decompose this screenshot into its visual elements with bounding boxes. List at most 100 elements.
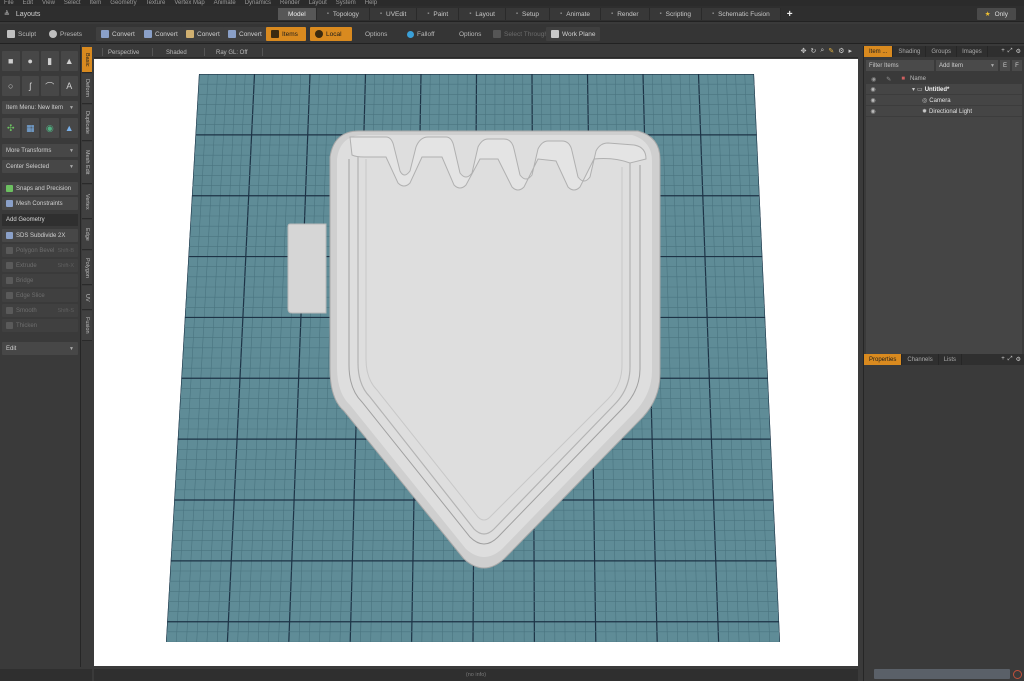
convert-button-3[interactable]: Convert xyxy=(181,27,225,41)
edit-dropdown[interactable]: Edit ▼ xyxy=(2,342,78,355)
tab-shading[interactable]: Shading xyxy=(893,46,927,57)
more-transforms-dropdown[interactable]: More Transforms ▼ xyxy=(2,144,78,157)
tab-render[interactable]: ▪ Render xyxy=(601,8,650,20)
toolbox: ■ ● ▮ ▲ ○ ʃ ⌒ A Item Menu: New Item ▼ ✣ ▦… xyxy=(0,45,81,667)
item-menu-dropdown[interactable]: Item Menu: New Item ▼ xyxy=(2,101,78,114)
add-tab-icon[interactable]: + xyxy=(1001,48,1005,55)
perspective-menu[interactable]: Perspective xyxy=(108,48,139,57)
convert-button-4[interactable]: Convert xyxy=(223,27,267,41)
layouts-menu[interactable]: ≜ Layouts xyxy=(4,8,40,20)
tab-lists[interactable]: Lists xyxy=(939,354,963,365)
3d-viewport[interactable] xyxy=(94,59,858,666)
local-button[interactable]: Local xyxy=(310,27,352,41)
edit-icon[interactable]: E xyxy=(1000,60,1010,71)
filter-icon[interactable]: F xyxy=(1012,60,1022,71)
pan-icon[interactable]: ✥ xyxy=(801,47,807,55)
tab-channels[interactable]: Channels xyxy=(902,354,939,365)
select-through-button[interactable]: Select Through xyxy=(488,27,553,41)
cylinder-icon[interactable]: ▮ xyxy=(41,51,59,71)
tab-scripting[interactable]: ▪ Scripting xyxy=(649,8,702,20)
polygon-bevel-button[interactable]: Polygon Bevel Shift-B xyxy=(2,244,78,257)
presets-button[interactable]: Presets xyxy=(44,27,87,41)
paint-icon[interactable]: ✎ xyxy=(828,47,834,55)
tree-row-scene[interactable]: ◉ ▾ ▭ Untitled* xyxy=(866,84,1022,95)
gear-icon[interactable]: ⚙ xyxy=(838,47,844,55)
sds-subdivide-button[interactable]: SDS Subdivide 2X xyxy=(2,229,78,242)
options-button-2[interactable]: Options xyxy=(454,27,486,41)
vtab-basic[interactable]: Basic xyxy=(82,47,92,73)
command-input[interactable] xyxy=(874,669,1010,679)
tree-row-camera[interactable]: ◉ ◎ Camera xyxy=(866,95,1022,106)
tab-layout[interactable]: ▪ Layout xyxy=(459,8,506,20)
move-icon[interactable]: ✣ xyxy=(2,118,20,138)
curve-icon[interactable]: ⌒ xyxy=(41,76,59,96)
convert-button-2[interactable]: Convert xyxy=(139,27,183,41)
tab-groups[interactable]: Groups xyxy=(926,46,958,57)
edge-slice-label: Edge Slice xyxy=(16,292,45,299)
tab-model[interactable]: Model xyxy=(278,8,317,20)
ray-gl-menu[interactable]: Ray GL: Off xyxy=(216,48,248,57)
scale-icon[interactable]: ◉ xyxy=(41,118,59,138)
add-item-dropdown[interactable]: Add Item ▼ xyxy=(936,60,998,71)
collapse-icon[interactable]: ▾ xyxy=(912,87,915,93)
vtab-polygon[interactable]: Polygon xyxy=(82,251,92,285)
only-button[interactable]: ★ Only xyxy=(976,8,1016,20)
add-tab-icon[interactable]: + xyxy=(1001,356,1005,363)
tab-uvedit[interactable]: ▪ UVEdit xyxy=(369,8,418,20)
eye-icon[interactable]: ◉ xyxy=(866,86,880,93)
sphere-icon[interactable]: ● xyxy=(21,51,39,71)
mesh-constraints-button[interactable]: Mesh Constraints xyxy=(2,197,78,210)
torus-icon[interactable]: ○ xyxy=(2,76,20,96)
thicken-button[interactable]: Thicken xyxy=(2,319,78,332)
options-button-1[interactable]: Options xyxy=(360,27,392,41)
tab-animate[interactable]: ▪ Animate xyxy=(550,8,602,20)
vtab-edge[interactable]: Edge xyxy=(82,220,92,250)
vtab-vertex[interactable]: Vertex xyxy=(82,185,92,219)
zoom-icon[interactable]: ⌕ xyxy=(820,47,824,55)
filter-items-input[interactable]: Filter Items xyxy=(866,60,934,71)
items-button[interactable]: Items xyxy=(266,27,306,41)
tab-schematic-fusion[interactable]: ▪ Schematic Fusion xyxy=(701,8,781,20)
bridge-button[interactable]: Bridge xyxy=(2,274,78,287)
center-selected-dropdown[interactable]: Center Selected ▼ xyxy=(2,160,78,173)
gear-icon[interactable]: ⚙ xyxy=(1016,356,1021,363)
eye-icon[interactable]: ◉ xyxy=(866,108,880,115)
tab-properties[interactable]: Properties xyxy=(864,354,903,365)
rotate-view-icon[interactable]: ↻ xyxy=(811,47,817,55)
snaps-button[interactable]: Snaps and Precision xyxy=(2,182,78,195)
convert-button-1[interactable]: Convert xyxy=(96,27,140,41)
falloff-button[interactable]: Falloff xyxy=(402,27,440,41)
rotate-icon[interactable]: ▦ xyxy=(21,118,39,138)
record-icon[interactable] xyxy=(1013,670,1022,679)
vtab-mesh-edit[interactable]: Mesh Edit xyxy=(82,142,92,184)
vtab-uv[interactable]: UV xyxy=(82,286,92,310)
edge-slice-button[interactable]: Edge Slice xyxy=(2,289,78,302)
cube-icon[interactable]: ■ xyxy=(2,51,20,71)
add-geometry-header[interactable]: Add Geometry xyxy=(2,214,78,226)
smooth-button[interactable]: Smooth Shift-S xyxy=(2,304,78,317)
work-plane-button[interactable]: Work Plane xyxy=(546,27,601,41)
extrude-button[interactable]: Extrude Shift-X xyxy=(2,259,78,272)
tab-images[interactable]: Images xyxy=(957,46,988,57)
cone-icon[interactable]: ▲ xyxy=(60,51,78,71)
eye-icon[interactable]: ◉ xyxy=(866,97,880,104)
gear-icon[interactable]: ⚙ xyxy=(1016,48,1021,55)
tab-setup[interactable]: ▪ Setup xyxy=(505,8,551,20)
tree-row-light[interactable]: ◉ ✹ Directional Light xyxy=(866,106,1022,117)
tab-item-list[interactable]: Item ... xyxy=(864,46,894,57)
tube-icon[interactable]: ʃ xyxy=(21,76,39,96)
text-icon[interactable]: A xyxy=(60,76,78,96)
expand-icon[interactable]: ⤢ xyxy=(1008,48,1013,55)
sculpt-button[interactable]: Sculpt xyxy=(2,27,41,41)
tab-paint[interactable]: ▪ Paint xyxy=(417,8,460,20)
shaded-menu[interactable]: Shaded xyxy=(166,48,187,57)
vtab-duplicate[interactable]: Duplicate xyxy=(82,105,92,141)
tab-topology[interactable]: ▪ Topology xyxy=(316,8,370,20)
add-tab-button[interactable]: + xyxy=(781,8,799,20)
vtab-fusion[interactable]: Fusion xyxy=(82,311,92,341)
transform-icon[interactable]: ▲ xyxy=(60,118,78,138)
vtab-deform[interactable]: Deform xyxy=(82,74,92,104)
expand-icon[interactable]: ⤢ xyxy=(1008,356,1013,363)
chevron-right-icon[interactable]: ▸ xyxy=(848,47,852,55)
name-column-header[interactable]: Name xyxy=(910,76,926,82)
